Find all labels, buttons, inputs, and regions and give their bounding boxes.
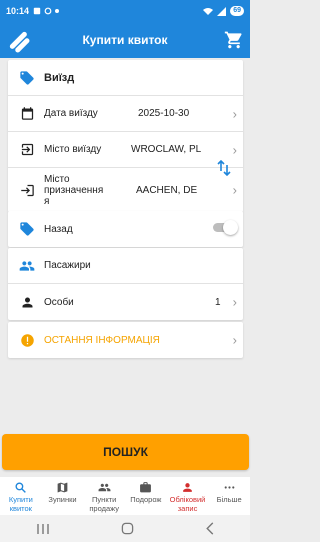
account-icon <box>181 480 195 494</box>
departure-date-value: 2025-10-30 <box>138 108 190 119</box>
back-icon[interactable] <box>205 522 215 535</box>
passengers-header: Пасажири <box>8 248 243 284</box>
toggle-knob <box>223 220 238 235</box>
search-icon <box>14 480 28 494</box>
departure-city-row[interactable]: Місто виїзду WROCLAW, PL › <box>8 132 243 168</box>
departure-title: Виїзд <box>44 71 75 84</box>
departure-city-label: Місто виїзду <box>44 144 102 155</box>
notification-icon <box>33 7 41 15</box>
briefcase-icon <box>139 480 153 494</box>
group-icon <box>97 480 111 494</box>
info-card[interactable]: ОСТАННЯ ІНФОРМАЦІЯ › <box>8 322 243 358</box>
destination-city-value: AACHEN, DE <box>136 184 198 196</box>
persons-label: Особи <box>44 296 74 308</box>
enter-icon <box>18 181 36 199</box>
chevron-right-icon: › <box>232 294 237 310</box>
wifi-icon <box>203 8 214 15</box>
passengers-title: Пасажири <box>44 260 91 271</box>
status-right-icons: 69 <box>203 6 244 16</box>
signal-icon <box>217 6 227 16</box>
info-label: ОСТАННЯ ІНФОРМАЦІЯ <box>44 334 160 346</box>
tab-trip[interactable]: Подорож <box>125 477 167 515</box>
recent-apps-icon[interactable] <box>36 523 50 535</box>
chevron-right-icon: › <box>232 106 237 121</box>
person-icon <box>18 293 36 311</box>
search-button[interactable]: ПОШУК <box>2 434 249 470</box>
destination-city-row[interactable]: Місто призначення я AACHEN, DE › <box>8 168 243 212</box>
persons-value: 1 <box>215 296 221 308</box>
sync-icon <box>44 7 52 15</box>
status-time: 10:14 <box>6 6 30 16</box>
people-icon <box>18 257 36 275</box>
return-label: Назад <box>44 223 73 235</box>
persons-row[interactable]: Особи 1 › <box>8 284 243 320</box>
departure-date-row[interactable]: Дата виїзду 2025-10-30 › <box>8 96 243 132</box>
system-nav-bar <box>0 515 250 542</box>
status-notification-icons <box>33 7 60 15</box>
tab-buy-ticket[interactable]: Купити квиток <box>0 477 42 515</box>
more-dots-icon <box>222 480 236 494</box>
battery-indicator: 69 <box>230 6 244 16</box>
departure-date-label: Дата виїзду <box>44 108 98 119</box>
bottom-nav: Купити квиток Зупинки Пункти продажу Под… <box>0 477 250 515</box>
cart-icon[interactable] <box>224 30 244 50</box>
passengers-card: Пасажири Особи 1 › <box>8 248 243 320</box>
exit-icon <box>18 141 36 159</box>
return-toggle[interactable] <box>213 220 238 235</box>
swap-cities-icon[interactable] <box>217 160 231 176</box>
app-logo-icon[interactable] <box>6 26 34 54</box>
dot-icon <box>55 9 60 13</box>
tab-points-of-sale[interactable]: Пункти продажу <box>83 477 125 515</box>
tab-stops[interactable]: Зупинки <box>42 477 84 515</box>
return-card: Назад <box>8 211 243 247</box>
tab-account[interactable]: Обліковий запис <box>167 477 209 515</box>
chevron-right-icon: › <box>232 182 237 198</box>
departure-card: Виїзд Дата виїзду 2025-10-30 › Місто виї… <box>8 60 243 212</box>
chevron-right-icon: › <box>232 332 237 348</box>
alert-icon <box>18 331 36 349</box>
chevron-right-icon: › <box>232 142 237 157</box>
destination-city-label: Місто призначення я <box>44 173 104 207</box>
return-row[interactable]: Назад <box>8 211 243 247</box>
info-row[interactable]: ОСТАННЯ ІНФОРМАЦІЯ › <box>8 322 243 358</box>
status-bar: 10:14 69 <box>0 0 250 22</box>
calendar-icon <box>18 105 36 123</box>
tab-more[interactable]: Більше <box>208 477 250 515</box>
tag-icon <box>18 220 36 238</box>
page-title: Купити квиток <box>82 33 168 47</box>
departure-header: Виїзд <box>8 60 243 96</box>
home-icon[interactable] <box>121 522 134 535</box>
map-icon <box>56 480 70 494</box>
tag-icon <box>18 69 36 87</box>
departure-city-value: WROCLAW, PL <box>131 144 202 155</box>
app-bar: Купити квиток <box>0 22 250 58</box>
